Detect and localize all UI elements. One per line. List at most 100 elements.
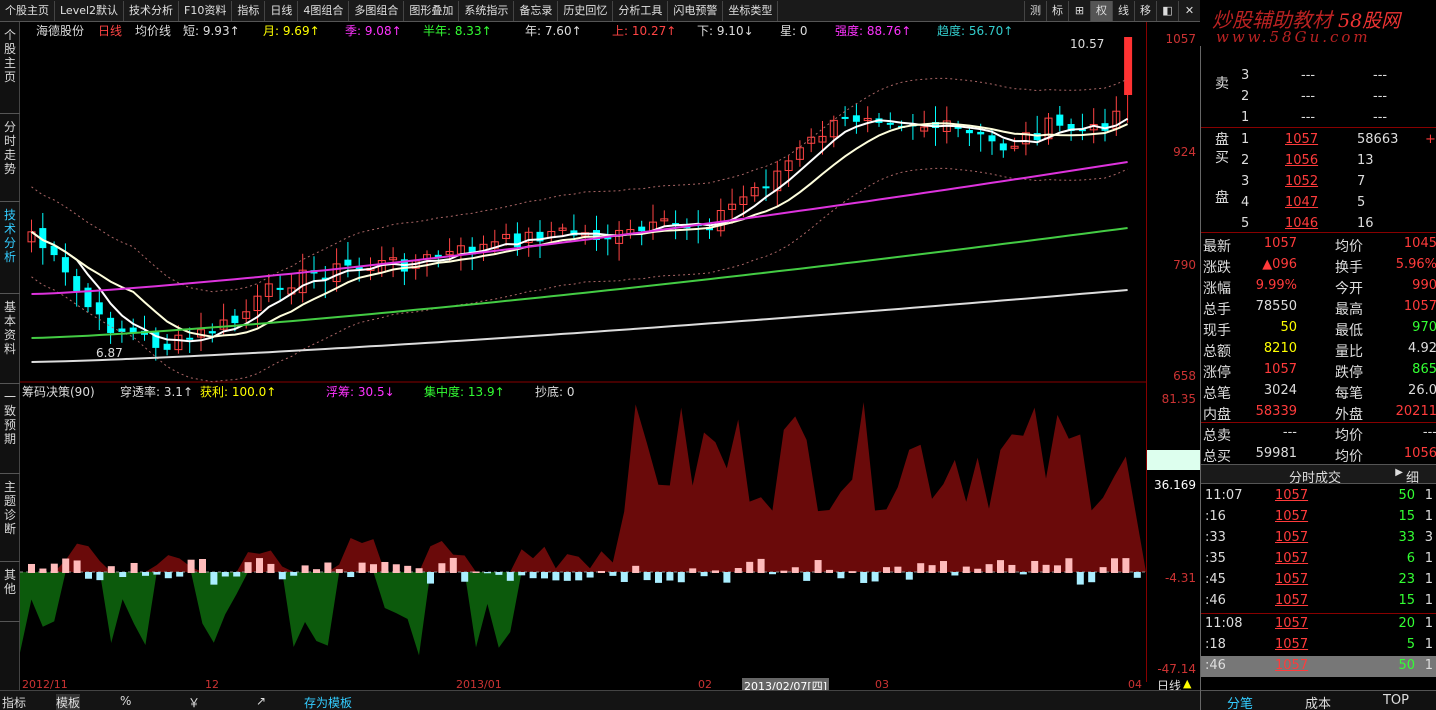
panel-tab[interactable]: 成本 <box>1279 693 1357 710</box>
bottom-button[interactable]: ￥ <box>188 694 200 710</box>
chip-bar <box>1099 567 1107 573</box>
menu-item[interactable]: 图形叠加 <box>404 0 460 21</box>
chip-bar <box>313 569 320 573</box>
menu-item[interactable]: 日线 <box>265 0 299 21</box>
bottom-button[interactable]: 指标 <box>2 694 26 710</box>
chip-bar <box>370 564 377 573</box>
chip-bar <box>153 572 161 575</box>
sell-row[interactable]: 3 --- --- <box>1201 66 1436 86</box>
menu-item[interactable]: 分析工具 <box>613 0 669 21</box>
left-tab[interactable]: 技术分析 <box>0 202 20 294</box>
quote-label: 每笔 <box>1335 386 1363 402</box>
toolbar-button[interactable]: 移 <box>1134 0 1156 21</box>
trade-row[interactable]: 11:08 1057 20 1 <box>1201 614 1436 635</box>
level-price: --- <box>1301 68 1316 83</box>
ma-short: 短: 9.93↑ <box>183 24 240 38</box>
toolbar-button[interactable]: ⊞ <box>1068 0 1090 21</box>
menu-item[interactable]: 4图组合 <box>298 0 350 21</box>
quote-value: 20211 <box>1395 404 1436 419</box>
chip-bar <box>1031 560 1039 573</box>
menu-item[interactable]: Level2默认 <box>55 0 125 21</box>
left-tab[interactable]: 其他 <box>0 562 20 622</box>
buy-row[interactable]: 2 1056 13 <box>1201 151 1436 171</box>
trade-row[interactable]: :45 1057 23 1 <box>1201 570 1436 591</box>
indicator-title: 筹码决策(90) <box>22 385 95 399</box>
warning-icon[interactable]: ▲ <box>1183 677 1191 690</box>
chip-bar <box>221 572 229 577</box>
menu-item[interactable]: 备忘录 <box>514 0 559 21</box>
candle-body <box>988 135 996 142</box>
trade-count: 3 <box>1424 530 1433 545</box>
menu-item[interactable]: 历史回忆 <box>558 0 614 21</box>
quote-value: 1045 <box>1403 236 1436 251</box>
level-price: 1057 <box>1285 132 1319 147</box>
menu-item[interactable]: 坐标类型 <box>723 0 779 21</box>
quote-value: 58339 <box>1255 404 1297 419</box>
candle-body <box>95 302 103 315</box>
candle-body <box>999 143 1007 151</box>
trend: 趋度: 56.70↑ <box>937 23 1013 38</box>
buy-row[interactable]: 3 1052 7 <box>1201 172 1436 192</box>
chip-bar <box>210 572 218 585</box>
toolbar-button[interactable]: ◧ <box>1156 0 1178 21</box>
chip-bar <box>541 572 548 579</box>
left-tab[interactable]: 主题诊断 <box>0 474 20 562</box>
trade-row[interactable]: :16 1057 15 1 <box>1201 507 1436 528</box>
chip-bar <box>495 572 503 575</box>
trade-row[interactable]: :33 1057 33 3 <box>1201 528 1436 549</box>
trade-row[interactable]: :18 1057 5 1 <box>1201 635 1436 656</box>
chip-bar <box>883 567 890 573</box>
trade-row[interactable]: :46 1057 50 1 <box>1201 656 1436 677</box>
panel-tab[interactable]: TOP <box>1357 693 1435 708</box>
bottom-button[interactable]: 存为模板 <box>304 694 352 710</box>
quote-label: 均价 <box>1335 449 1363 465</box>
left-tab[interactable]: 个股主页 <box>0 22 20 114</box>
buy-row[interactable]: 4 1047 5 <box>1201 193 1436 213</box>
left-tab[interactable]: 基本资料 <box>0 294 20 384</box>
buy-row[interactable]: 1 1057 58663 +3 <box>1201 130 1436 150</box>
trade-price: 1057 <box>1275 488 1309 503</box>
quote-value: 4.92 <box>1408 341 1436 356</box>
toolbar-button[interactable]: 线 <box>1112 0 1134 21</box>
chip-bar <box>518 572 526 576</box>
candle-body <box>762 186 770 189</box>
trade-row[interactable]: :46 1057 15 1 <box>1201 591 1436 612</box>
chip-bar <box>917 563 925 573</box>
panel-tab[interactable]: 分笔 <box>1201 693 1279 710</box>
bottom-button[interactable]: 模板 <box>56 694 81 710</box>
trade-row[interactable]: :35 1057 6 1 <box>1201 549 1436 570</box>
menu-item[interactable]: 指标 <box>232 0 266 21</box>
toolbar-button[interactable]: ✕ <box>1178 0 1200 21</box>
quote-value: 970 <box>1412 320 1436 335</box>
menu-item[interactable]: 闪电预警 <box>668 0 724 21</box>
quote-label: 总笔 <box>1203 386 1231 402</box>
chip-bar <box>1076 572 1084 585</box>
menu-item[interactable]: 个股主页 <box>0 0 55 21</box>
bottom-button[interactable]: ↗ <box>256 694 266 708</box>
bottom-button[interactable]: % <box>120 694 131 708</box>
left-tab[interactable]: 分时走势 <box>0 114 20 202</box>
menu-item[interactable]: 技术分析 <box>124 0 180 21</box>
chip-bar <box>96 572 104 581</box>
quote-value: 3024 <box>1263 383 1297 398</box>
trade-time: :16 <box>1205 509 1226 524</box>
sell-row[interactable]: 2 --- --- <box>1201 87 1436 107</box>
detail-button[interactable]: 细 <box>1406 467 1419 486</box>
toolbar-button[interactable]: 测 <box>1024 0 1046 21</box>
toolbar-button[interactable]: 标 <box>1046 0 1068 21</box>
kline-chart[interactable]: 海德股份 日线 均价线 短: 9.93↑ 月: 9.69↑ 季: 9.08↑ 半… <box>20 22 1146 682</box>
chip-bar <box>1065 558 1073 573</box>
menu-item[interactable]: 系统指示 <box>459 0 515 21</box>
chip-bar <box>107 566 115 573</box>
buy-row[interactable]: 5 1046 16 <box>1201 214 1436 234</box>
menu-item[interactable]: F10资料 <box>179 0 233 21</box>
chip-bar <box>438 563 446 573</box>
level-volume: --- <box>1373 89 1388 104</box>
trade-row[interactable]: 11:07 1057 50 1 <box>1201 486 1436 507</box>
level-volume: 13 <box>1357 153 1374 168</box>
menu-item[interactable]: 多图组合 <box>349 0 405 21</box>
toolbar-button[interactable]: 权 <box>1090 0 1112 21</box>
triangle-right-icon[interactable]: ▶ <box>1395 467 1403 478</box>
left-tab[interactable]: 一致预期 <box>0 384 20 474</box>
sell-row[interactable]: 1 --- --- <box>1201 108 1436 128</box>
